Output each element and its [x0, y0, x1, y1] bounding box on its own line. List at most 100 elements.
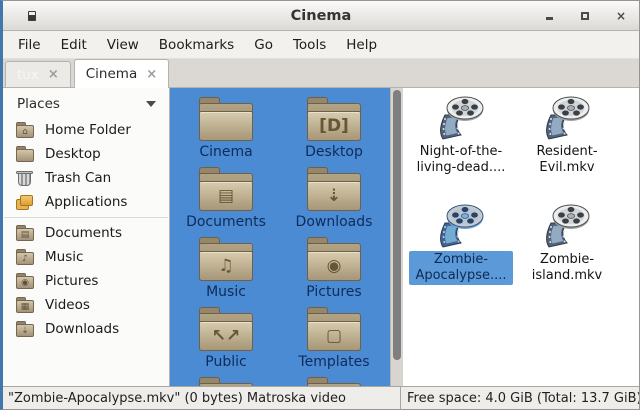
film-reel-icon	[434, 95, 488, 143]
folder-label: Documents	[186, 215, 266, 230]
folder-label: Downloads	[296, 215, 373, 230]
file-item-zombie-island-mkv[interactable]: Zombie-island.mkv	[515, 203, 619, 311]
file-item-resident-evil-mkv[interactable]: Resident-Evil.mkv	[515, 95, 619, 203]
sidebar-item-trash-can[interactable]: Trash Can	[3, 166, 169, 190]
folder-icon: ◉	[307, 243, 361, 281]
folder-item-public[interactable]: ↖↗ Public	[199, 307, 253, 377]
file-label: Zombie-Apocalypse....	[409, 251, 513, 285]
film-reel-icon	[434, 203, 488, 251]
folder-icon: ▤	[199, 173, 253, 211]
folder-icon: ⇣	[307, 173, 361, 211]
file-manager-window: Cinema × FileEditViewBookmarksGoToolsHel…	[0, 0, 640, 410]
sidebar-item-documents[interactable]: Documents	[3, 221, 169, 245]
maximize-button[interactable]	[579, 10, 591, 22]
sidebar-item-label: Documents	[45, 225, 122, 241]
folder-pictures-icon	[15, 273, 35, 289]
maximize-icon	[581, 12, 589, 20]
folder-music-icon	[15, 249, 35, 265]
menu-item-help[interactable]: Help	[336, 32, 387, 58]
status-free-space: Free space: 4.0 GiB (Total: 13.7 GiB)	[401, 387, 640, 409]
folder-icon-partial	[199, 383, 253, 386]
applications-icon	[15, 194, 35, 210]
sidebar-item-label: Home Folder	[45, 122, 131, 138]
folder-label: Templates	[298, 355, 369, 370]
menu-item-bookmarks[interactable]: Bookmarks	[149, 32, 244, 58]
sidebar-item-label: Downloads	[45, 321, 119, 337]
menu-item-view[interactable]: View	[97, 32, 149, 58]
menu-bar: FileEditViewBookmarksGoToolsHelp	[3, 31, 639, 59]
content-area: Places Home Folder Desktop Trash Can App…	[3, 88, 639, 386]
status-bar: "Zombie-Apocalypse.mkv" (0 bytes) Matros…	[3, 386, 639, 409]
folders-grid: Cinema [D] Desktop ▤ Documents ⇣ Downloa…	[170, 97, 390, 377]
folder-item-downloads[interactable]: ⇣ Downloads	[296, 167, 373, 237]
folder-emblem-icon: ▢	[307, 321, 361, 351]
folder-label: Desktop	[305, 145, 363, 160]
sidebar-separator	[4, 217, 168, 218]
film-reel-icon	[540, 203, 594, 251]
tab-label: Cinema	[86, 66, 137, 82]
folders-scrollbar[interactable]	[390, 88, 403, 386]
sidebar-item-desktop[interactable]: Desktop	[3, 142, 169, 166]
folder-item-templates[interactable]: ▢ Templates	[298, 307, 369, 377]
file-label: Zombie-island.mkv	[515, 251, 619, 285]
folder-item-cinema[interactable]: Cinema	[199, 97, 253, 167]
file-label: Resident-Evil.mkv	[515, 143, 619, 177]
file-item-night-of-the-living-dead[interactable]: Night-of-the-living-dead....	[409, 95, 513, 203]
folder-label: Pictures	[306, 285, 361, 300]
folder-item-music[interactable]: ♫ Music	[199, 237, 253, 307]
sidebar-item-applications[interactable]: Applications	[3, 190, 169, 214]
folder-emblem-icon: ⇣	[307, 181, 361, 211]
sidebar-item-videos[interactable]: Videos	[3, 293, 169, 317]
chevron-down-icon	[146, 101, 156, 107]
sidebar-item-label: Music	[45, 249, 83, 265]
folder-label: Cinema	[199, 145, 252, 160]
places-selector[interactable]: Places	[3, 91, 169, 118]
sidebar-item-pictures[interactable]: Pictures	[3, 269, 169, 293]
menu-item-go[interactable]: Go	[244, 32, 283, 58]
folder-desktop-icon	[15, 146, 35, 162]
folder-item-pictures[interactable]: ◉ Pictures	[306, 237, 361, 307]
file-item-zombie-apocalypse[interactable]: Zombie-Apocalypse....	[409, 203, 513, 311]
folder-emblem-icon	[199, 111, 253, 141]
folder-icon: ↖↗	[199, 313, 253, 351]
trash-icon	[15, 170, 35, 186]
menu-item-file[interactable]: File	[8, 32, 51, 58]
folders-pane[interactable]: Cinema [D] Desktop ▤ Documents ⇣ Downloa…	[170, 88, 390, 386]
window-controls: ×	[543, 1, 627, 31]
sidebar-item-label: Desktop	[45, 146, 101, 162]
folder-downloads-icon	[15, 321, 35, 337]
folder-label: Music	[206, 285, 246, 300]
menu-item-tools[interactable]: Tools	[283, 32, 336, 58]
sidebar-item-label: Videos	[45, 297, 90, 313]
minimize-icon	[546, 17, 553, 20]
folder-item-desktop[interactable]: [D] Desktop	[305, 97, 363, 167]
scrollbar-thumb[interactable]	[393, 90, 401, 360]
tab-close-icon[interactable]: ×	[48, 68, 59, 81]
files-pane[interactable]: Night-of-the-living-dead....	[403, 88, 639, 386]
home-folder-icon	[15, 122, 35, 138]
sidebar-item-downloads[interactable]: Downloads	[3, 317, 169, 341]
tab-tux[interactable]: tux ×	[5, 61, 71, 87]
film-reel-icon	[540, 95, 594, 143]
folder-videos-icon	[15, 297, 35, 313]
minimize-button[interactable]	[543, 10, 555, 22]
folder-documents-icon	[15, 225, 35, 241]
places-label: Places	[17, 96, 60, 112]
tab-label: tux	[17, 67, 39, 83]
sidebar-item-home-folder[interactable]: Home Folder	[3, 118, 169, 142]
folder-label: Public	[205, 355, 246, 370]
tab-close-icon[interactable]: ×	[146, 68, 157, 81]
sidebar-item-music[interactable]: Music	[3, 245, 169, 269]
menu-item-edit[interactable]: Edit	[51, 32, 97, 58]
sidebar-item-label: Trash Can	[45, 170, 111, 186]
folder-item-documents[interactable]: ▤ Documents	[186, 167, 266, 237]
folder-emblem-icon: ↖↗	[199, 321, 253, 351]
folder-emblem-icon: ♫	[199, 251, 253, 281]
folder-emblem-icon: ◉	[307, 251, 361, 281]
folder-icon-partial	[307, 383, 361, 386]
file-label: Night-of-the-living-dead....	[409, 143, 513, 177]
close-button[interactable]: ×	[615, 10, 627, 22]
title-bar[interactable]: Cinema ×	[3, 1, 639, 31]
close-icon: ×	[616, 10, 626, 22]
tab-cinema[interactable]: Cinema ×	[74, 59, 169, 88]
